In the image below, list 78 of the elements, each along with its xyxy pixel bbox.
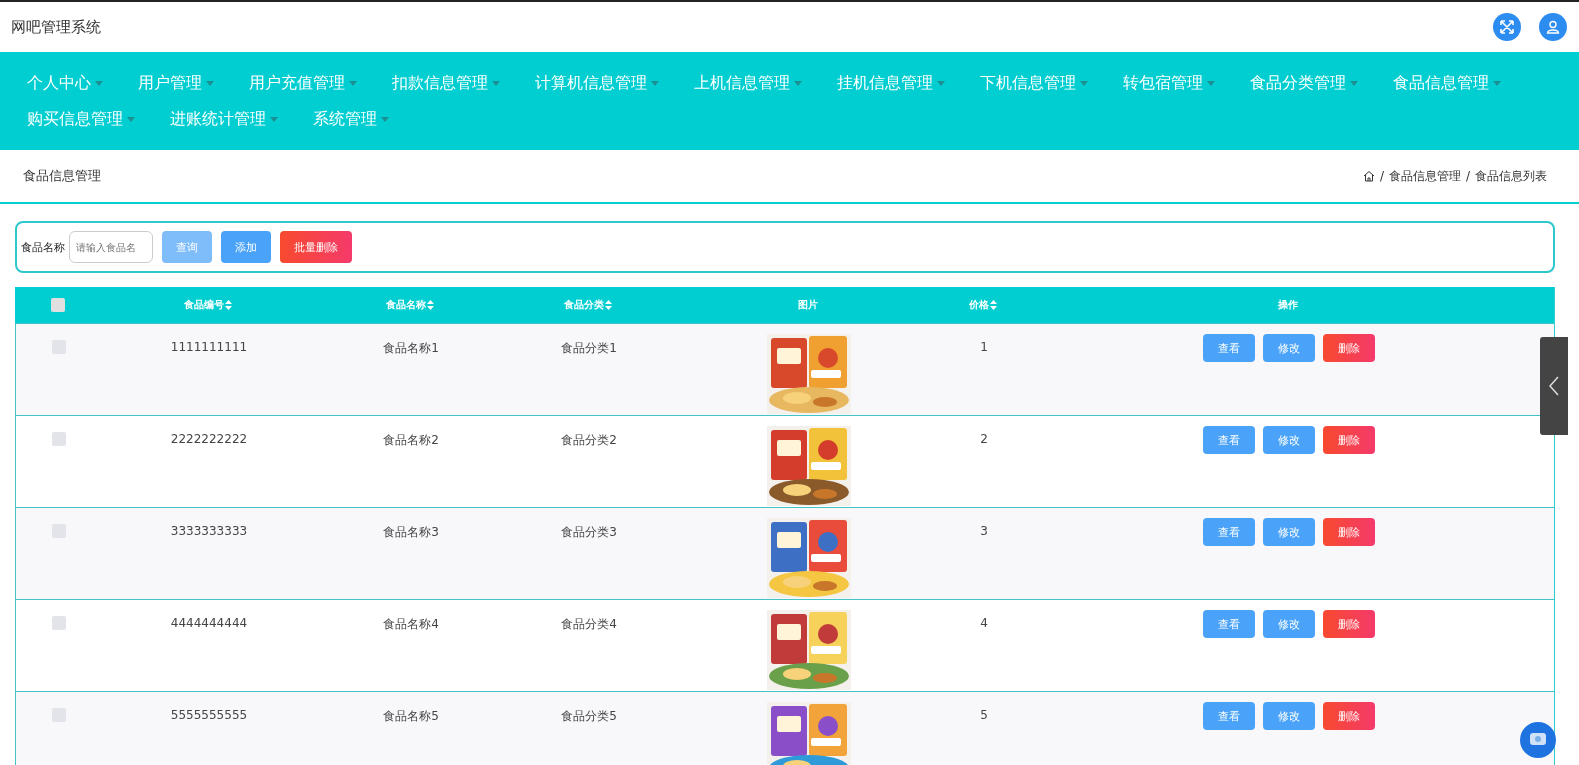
view-button[interactable]: 查看 <box>1202 334 1255 362</box>
table-cell: 食品分类5 <box>561 709 617 723</box>
sort-icon[interactable] <box>990 300 997 310</box>
nav-menu-item[interactable]: 扣款信息管理 <box>392 68 500 98</box>
view-button[interactable]: 查看 <box>1202 518 1255 546</box>
table-cell: 食品分类1 <box>561 341 617 355</box>
table-cell: 食品名称2 <box>383 433 439 447</box>
query-button[interactable]: 查询 <box>162 231 212 263</box>
danger-button[interactable]: 批量删除 <box>280 231 352 263</box>
column-header: 操作 <box>1278 298 1298 312</box>
table-cell: 食品分类2 <box>561 433 617 447</box>
delete-button[interactable]: 删除 <box>1322 702 1375 730</box>
table-cell: 4 <box>980 616 988 630</box>
column-header: 食品名称 <box>386 298 426 312</box>
delete-button[interactable]: 删除 <box>1322 518 1375 546</box>
edit-button[interactable]: 修改 <box>1262 334 1315 362</box>
column-header: 食品编号 <box>184 298 224 312</box>
nav-menu-item[interactable]: 用户充值管理 <box>249 68 357 98</box>
table-cell: 1111111111 <box>170 340 248 354</box>
nav-menu-item[interactable]: 系统管理 <box>313 104 389 134</box>
search-field[interactable]: 请输入食品名 <box>69 231 153 263</box>
sort-icon[interactable] <box>605 300 612 310</box>
add-button[interactable]: 添加 <box>221 231 271 263</box>
column-header: 图片 <box>798 298 818 312</box>
edit-button[interactable]: 修改 <box>1262 426 1315 454</box>
table-cell: 5555555555 <box>170 708 248 722</box>
table-cell: 1 <box>980 340 988 354</box>
page-title: 食品信息管理 <box>23 167 101 185</box>
column-header: 食品分类 <box>564 298 604 312</box>
search-label: 食品名称 <box>21 239 65 255</box>
nav-menu-item[interactable]: 食品分类管理 <box>1250 68 1358 98</box>
table-cell: 3 <box>980 524 988 538</box>
edit-button[interactable]: 修改 <box>1262 610 1315 638</box>
home-icon[interactable] <box>1362 170 1375 182</box>
nav-menu-item[interactable]: 转包宿管理 <box>1123 68 1215 98</box>
delete-button[interactable]: 删除 <box>1322 610 1375 638</box>
breadcrumb-item[interactable]: 食品信息列表 <box>1475 167 1547 185</box>
user-icon[interactable] <box>1539 13 1567 41</box>
sort-icon[interactable] <box>225 300 232 310</box>
table-cell: 2 <box>980 432 988 446</box>
nav-menu-item[interactable]: 计算机信息管理 <box>535 68 659 98</box>
table-cell: 5 <box>980 708 988 722</box>
table-cell: 食品名称5 <box>383 709 439 723</box>
edit-button[interactable]: 修改 <box>1262 702 1315 730</box>
chevron-left-icon[interactable] <box>1549 376 1559 396</box>
view-button[interactable]: 查看 <box>1202 610 1255 638</box>
nav-menu-item[interactable]: 购买信息管理 <box>27 104 135 134</box>
view-button[interactable]: 查看 <box>1202 426 1255 454</box>
nav-menu-item[interactable]: 进账统计管理 <box>170 104 278 134</box>
row-checkbox[interactable] <box>51 432 66 446</box>
table-cell: 3333333333 <box>170 524 248 538</box>
edit-button[interactable]: 修改 <box>1262 518 1315 546</box>
column-header: 价格 <box>969 298 989 312</box>
app-title: 网吧管理系统 <box>11 17 101 37</box>
table-cell: 食品名称1 <box>383 341 439 355</box>
table-cell: 食品分类4 <box>561 617 617 631</box>
nav-menu-item[interactable]: 挂机信息管理 <box>837 68 945 98</box>
chat-icon <box>1529 732 1547 748</box>
table-cell: 食品名称3 <box>383 525 439 539</box>
breadcrumb-separator: / <box>1379 169 1384 183</box>
nav-menu-item[interactable]: 上机信息管理 <box>694 68 802 98</box>
breadcrumb-separator: / <box>1465 169 1470 183</box>
row-checkbox[interactable] <box>51 616 66 630</box>
fullscreen-icon[interactable] <box>1493 13 1521 41</box>
nav-menu-item[interactable]: 食品信息管理 <box>1393 68 1501 98</box>
delete-button[interactable]: 删除 <box>1322 426 1375 454</box>
nav-menu-item[interactable]: 下机信息管理 <box>980 68 1088 98</box>
nav-menu-item[interactable]: 用户管理 <box>138 68 214 98</box>
table-cell: 食品名称4 <box>383 617 439 631</box>
breadcrumb-item[interactable]: 食品信息管理 <box>1388 167 1461 185</box>
table-cell: 2222222222 <box>170 432 248 446</box>
select-all-checkbox[interactable] <box>50 298 65 312</box>
view-button[interactable]: 查看 <box>1202 702 1255 730</box>
table-cell: 食品分类3 <box>561 525 617 539</box>
table-cell: 4444444444 <box>170 616 248 630</box>
delete-button[interactable]: 删除 <box>1322 334 1375 362</box>
nav-menu-item[interactable]: 个人中心 <box>27 68 103 98</box>
sort-icon[interactable] <box>427 300 434 310</box>
